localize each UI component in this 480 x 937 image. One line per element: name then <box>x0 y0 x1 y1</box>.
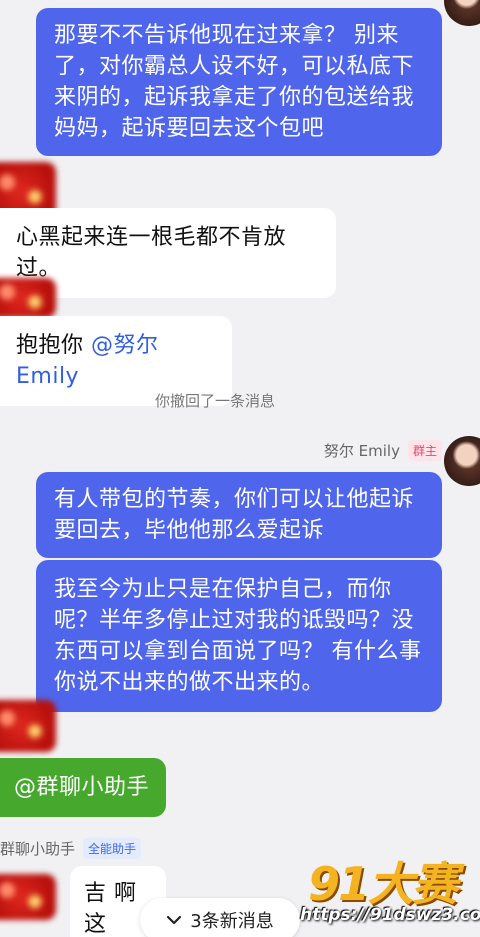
message-line: 有人带包的节奏，你们可以让他起诉 <box>54 487 415 512</box>
avatar-other-2[interactable] <box>0 278 56 318</box>
message-line: 我至今为止只是在保护自己，而你 <box>54 577 392 602</box>
message-bubble-other-6[interactable]: @群聊小助手 <box>0 758 166 817</box>
sender-name: 努尔 Emily <box>323 442 400 460</box>
avatar-sender[interactable] <box>444 436 480 486</box>
avatar-other-3[interactable] <box>0 700 56 752</box>
message-text: 抱抱你 <box>16 333 91 358</box>
watermark-url: https://91dswz3.com <box>300 905 480 925</box>
owner-badge: 群主 <box>407 440 442 461</box>
helper-badge: 全能助手 <box>83 838 142 859</box>
message-text: 心黑起来连一根毛都不肯放过。 <box>16 225 287 281</box>
message-line: 东西可以拿到台面说了吗？ 有什么事 <box>54 639 422 664</box>
sender-header: 努尔 Emily 群主 <box>324 440 442 461</box>
message-bubble-self-1[interactable]: 那要不不告诉他现在过来拿？ 别来 了，对你霸总人设不好，可以私底下 来阴的，起诉… <box>36 8 442 156</box>
message-line: 妈妈，起诉要回去这个包吧 <box>54 116 325 141</box>
helper-name: 群聊小助手 <box>0 840 76 858</box>
recall-notice: 你撤回了一条消息 <box>154 392 275 410</box>
avatar-helper[interactable] <box>0 874 56 920</box>
avatar-self-top[interactable] <box>444 0 480 26</box>
message-bubble-self-4[interactable]: 有人带包的节奏，你们可以让他起诉 要回去，毕他他那么爱起诉 <box>36 472 442 558</box>
message-text: @群聊小助手 <box>14 775 150 800</box>
message-line: 来阴的，起诉我拿走了你的包送给我 <box>54 85 415 110</box>
chevron-down-icon <box>167 915 182 925</box>
message-line: 要回去，毕他他那么爱起诉 <box>54 518 325 543</box>
message-bubble-self-5[interactable]: 我至今为止只是在保护自己，而你 呢？半年多停止过对我的诋毁吗？没 东西可以拿到台… <box>36 560 442 712</box>
message-line: 那要不不告诉他现在过来拿？ 别来 <box>54 23 399 48</box>
message-line: 呢？半年多停止过对我的诋毁吗？没 <box>54 608 415 633</box>
new-messages-button[interactable]: 3条新消息 <box>140 898 300 937</box>
message-line: 了，对你霸总人设不好，可以私底下 <box>54 54 415 79</box>
helper-header: 群聊小助手 全能助手 <box>0 838 142 859</box>
message-text: 吉 啊这 <box>84 881 137 937</box>
new-messages-label: 3条新消息 <box>190 911 274 932</box>
message-line: 你说不出来的做不出来的。 <box>54 670 325 695</box>
